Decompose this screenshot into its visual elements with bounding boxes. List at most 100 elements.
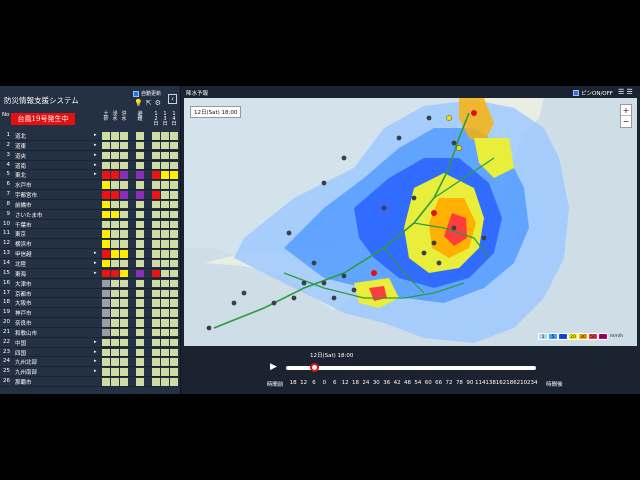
expand-arrow-icon[interactable]: ▸ <box>94 162 97 168</box>
timeline-tick[interactable]: 72 <box>444 380 454 388</box>
status-cell[interactable] <box>136 220 144 229</box>
expand-arrow-icon[interactable]: ▸ <box>94 260 97 266</box>
status-cell[interactable] <box>170 161 178 170</box>
status-cell[interactable] <box>136 141 144 150</box>
status-cell[interactable] <box>161 161 169 170</box>
status-cell[interactable] <box>111 338 119 347</box>
status-cell[interactable] <box>161 289 169 297</box>
status-cell[interactable] <box>102 220 110 229</box>
region-row[interactable]: 26 那覇市 <box>0 377 181 387</box>
status-cell[interactable] <box>120 210 128 219</box>
status-cell[interactable] <box>152 220 160 229</box>
status-cell[interactable] <box>136 259 144 268</box>
timeline-tick[interactable]: 162 <box>496 380 507 388</box>
status-cell[interactable] <box>120 151 128 160</box>
status-cell[interactable] <box>161 230 169 238</box>
status-cell[interactable] <box>152 240 160 248</box>
status-cell[interactable] <box>161 181 169 189</box>
zoom-out-button[interactable]: − <box>621 116 631 127</box>
status-cell[interactable] <box>152 151 160 160</box>
status-cell[interactable] <box>102 171 110 179</box>
zoom-in-button[interactable]: + <box>621 105 631 116</box>
status-cell[interactable] <box>102 378 110 386</box>
rain-map[interactable]: 12日(Sat) 18:00 + − 1 5 10 20 30 50 80 mm/h <box>184 98 637 346</box>
status-cell[interactable] <box>102 132 110 140</box>
status-cell[interactable] <box>120 181 128 189</box>
status-cell[interactable] <box>152 289 160 297</box>
status-cell[interactable] <box>161 299 169 307</box>
status-cell[interactable] <box>152 200 160 209</box>
region-row[interactable]: 2 道東 ▸ <box>0 141 181 151</box>
timeline-tick[interactable]: 210 <box>517 380 528 388</box>
status-cell[interactable] <box>111 181 119 189</box>
status-cell[interactable] <box>170 338 178 347</box>
status-cell[interactable] <box>111 368 119 376</box>
timeline-slider-handle[interactable] <box>310 363 319 372</box>
status-cell[interactable] <box>102 240 110 248</box>
status-cell[interactable] <box>170 191 178 199</box>
status-cell[interactable] <box>111 141 119 150</box>
status-cell[interactable] <box>161 269 169 278</box>
status-cell[interactable] <box>136 368 144 376</box>
status-cell[interactable] <box>152 378 160 386</box>
status-cell[interactable] <box>102 191 110 199</box>
status-cell[interactable] <box>102 269 110 278</box>
status-cell[interactable] <box>170 141 178 150</box>
timeline-tick[interactable]: 138 <box>485 380 496 388</box>
status-cell[interactable] <box>170 319 178 327</box>
status-cell[interactable] <box>111 299 119 307</box>
expand-arrow-icon[interactable]: ▸ <box>94 270 97 276</box>
status-cell[interactable] <box>102 279 110 288</box>
status-cell[interactable] <box>161 151 169 160</box>
region-row[interactable]: 22 中国 ▸ <box>0 338 181 348</box>
status-cell[interactable] <box>111 289 119 297</box>
timeline-tick[interactable]: 66 <box>433 380 443 388</box>
status-cell[interactable] <box>120 191 128 199</box>
status-cell[interactable] <box>170 259 178 268</box>
status-cell[interactable] <box>152 171 160 179</box>
status-cell[interactable] <box>102 200 110 209</box>
auto-update-toggle[interactable]: 自動更新 <box>133 90 161 97</box>
status-cell[interactable] <box>161 309 169 317</box>
status-cell[interactable] <box>152 132 160 140</box>
status-cell[interactable] <box>136 230 144 238</box>
status-cell[interactable] <box>111 210 119 219</box>
region-row[interactable]: 12 横浜市 <box>0 239 181 250</box>
status-cell[interactable] <box>120 240 128 248</box>
status-cell[interactable] <box>170 151 178 160</box>
status-cell[interactable] <box>136 161 144 170</box>
status-cell[interactable] <box>111 220 119 229</box>
status-cell[interactable] <box>161 279 169 288</box>
status-cell[interactable] <box>161 319 169 327</box>
expand-arrow-icon[interactable]: ▸ <box>94 368 97 374</box>
status-cell[interactable] <box>111 191 119 199</box>
timeline-tick[interactable]: 6 <box>309 380 319 388</box>
timeline-slider[interactable] <box>286 366 536 370</box>
status-cell[interactable] <box>120 368 128 376</box>
status-cell[interactable] <box>161 141 169 150</box>
status-cell[interactable] <box>152 269 160 278</box>
timeline-tick[interactable]: 36 <box>382 380 392 388</box>
status-cell[interactable] <box>136 378 144 386</box>
status-cell[interactable] <box>136 279 144 288</box>
region-row[interactable]: 16 大津市 <box>0 279 181 289</box>
region-row[interactable]: 17 京都市 <box>0 289 181 299</box>
region-row[interactable]: 1 道北 ▸ <box>0 131 181 141</box>
status-cell[interactable] <box>102 319 110 327</box>
region-row[interactable]: 8 前橋市 <box>0 200 181 210</box>
status-cell[interactable] <box>120 289 128 297</box>
status-cell[interactable] <box>152 210 160 219</box>
status-cell[interactable] <box>136 171 144 179</box>
status-cell[interactable] <box>161 378 169 386</box>
status-cell[interactable] <box>102 368 110 376</box>
status-cell[interactable] <box>170 279 178 288</box>
status-cell[interactable] <box>170 230 178 238</box>
play-button[interactable]: ▶ <box>270 362 277 372</box>
list-icon[interactable]: ☰ <box>627 88 633 96</box>
status-cell[interactable] <box>111 259 119 268</box>
pin-toggle[interactable]: ピンON/OFF <box>573 89 613 97</box>
status-cell[interactable] <box>161 210 169 219</box>
timeline-tick[interactable]: 54 <box>413 380 423 388</box>
menu-icon[interactable]: ☰ <box>618 88 624 96</box>
timeline-tick[interactable]: 48 <box>402 380 412 388</box>
